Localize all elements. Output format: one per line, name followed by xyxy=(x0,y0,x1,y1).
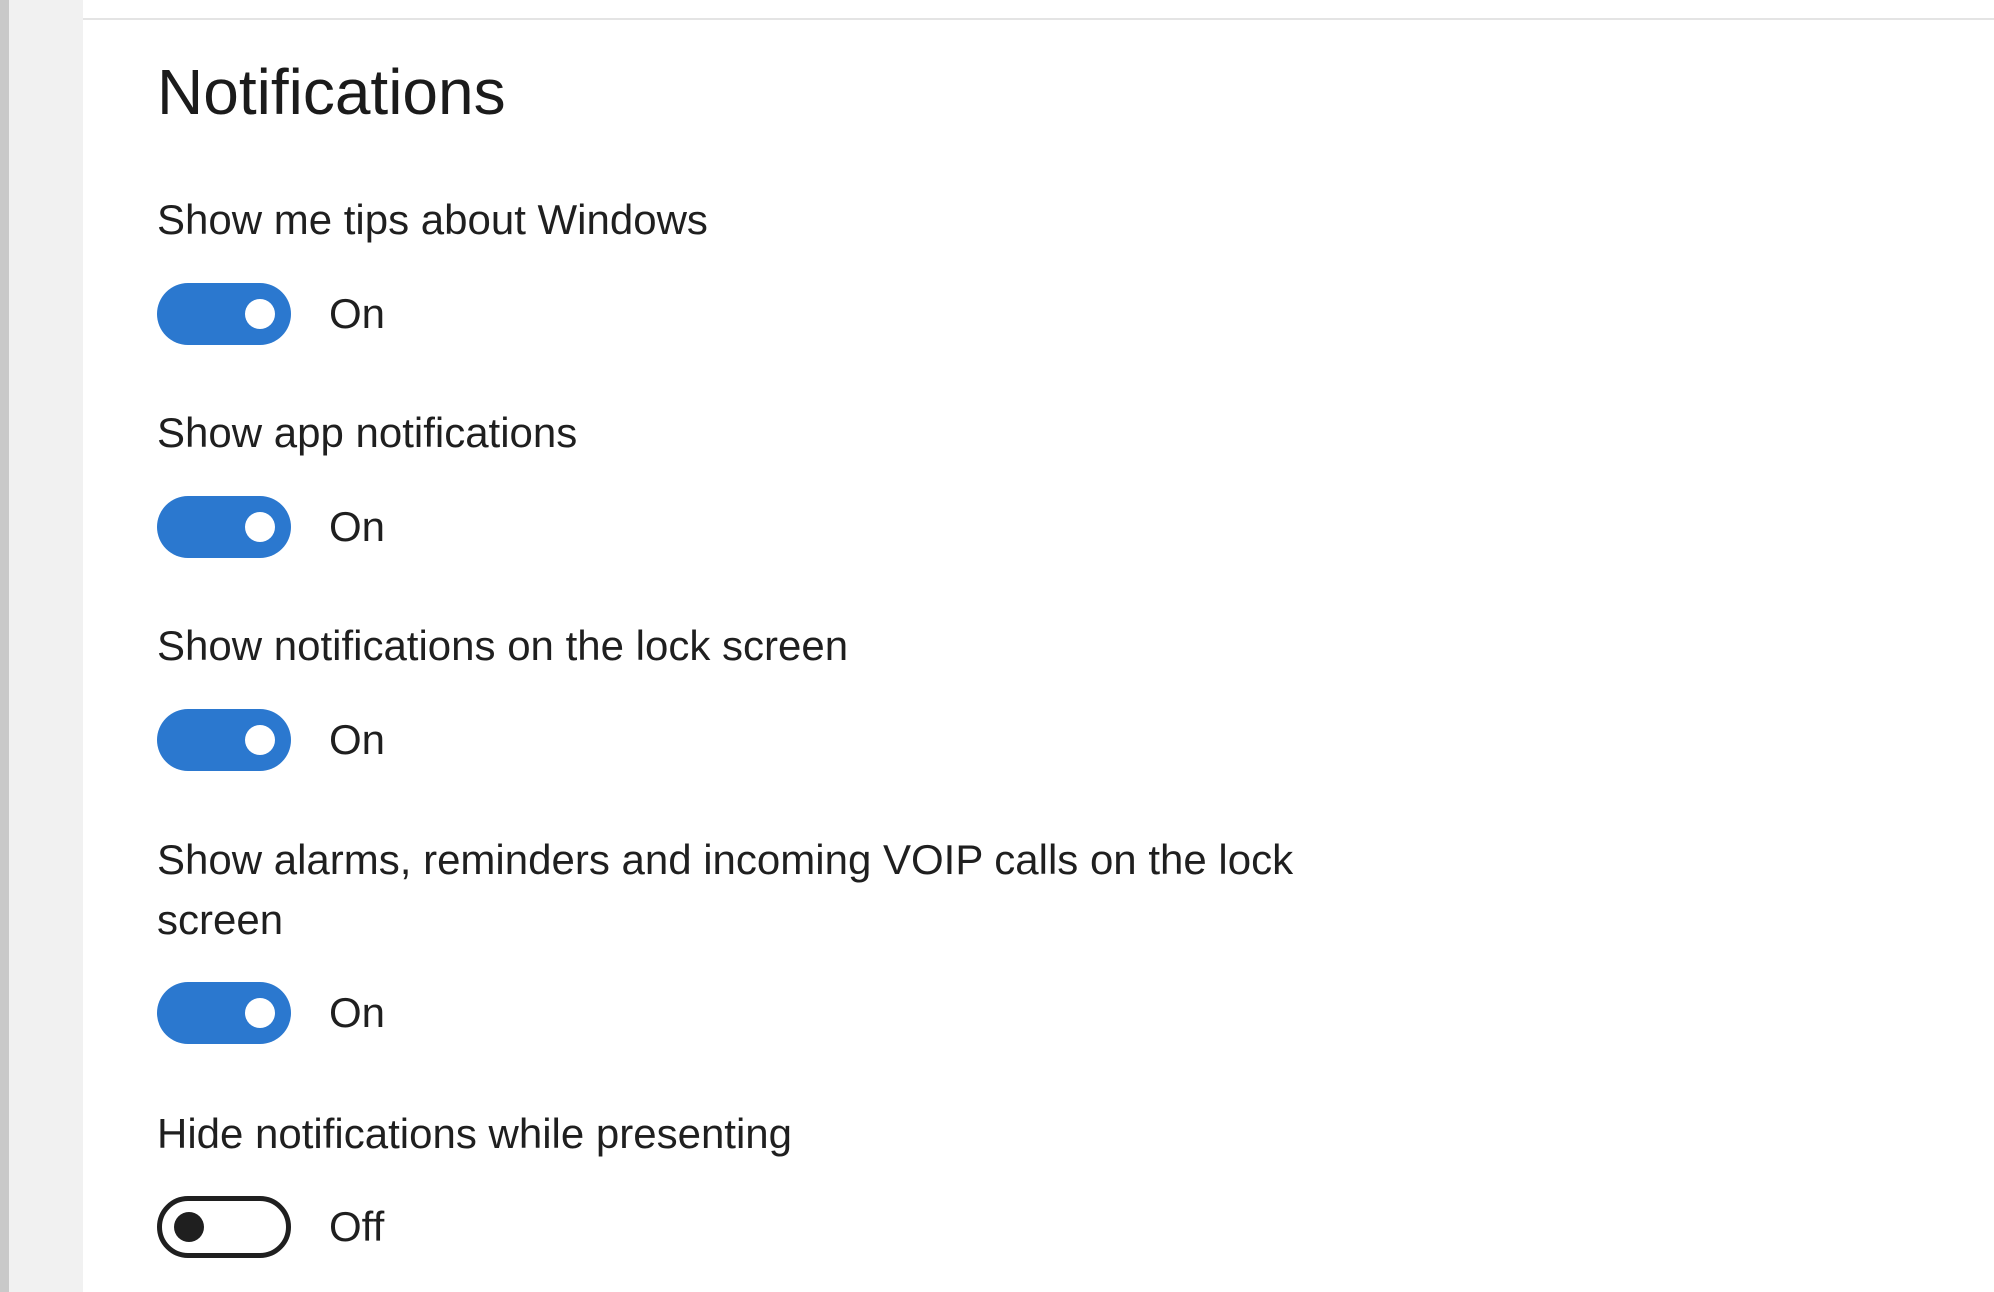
toggle-state-label: Off xyxy=(329,1203,385,1250)
navigation-sidebar xyxy=(9,0,83,1292)
app-notifications-toggle[interactable] xyxy=(157,496,291,558)
setting-lock-screen-notifications: Show notifications on the lock screen xyxy=(157,616,1457,676)
hide-while-presenting-toggle[interactable] xyxy=(157,1196,291,1258)
lock-screen-notifications-toggle[interactable] xyxy=(157,709,291,771)
toggle-knob xyxy=(245,299,275,329)
setting-label: Hide notifications while presenting xyxy=(157,1110,793,1157)
toggle-knob xyxy=(245,998,275,1028)
setting-label: Show notifications on the lock screen xyxy=(157,622,849,669)
toggle-state-label: On xyxy=(329,503,386,550)
toggle-knob xyxy=(174,1212,204,1242)
setting-tips-about-windows: Show me tips about Windows xyxy=(157,190,1457,250)
setting-label: Show alarms, reminders and incoming VOIP… xyxy=(157,836,1294,943)
setting-alarms-voip-lock-screen: Show alarms, reminders and incoming VOIP… xyxy=(157,830,1457,950)
toggle-knob xyxy=(245,725,275,755)
alarms-voip-lock-screen-toggle[interactable] xyxy=(157,982,291,1044)
page-title: Notifications xyxy=(157,56,506,128)
tips-about-windows-toggle[interactable] xyxy=(157,283,291,345)
setting-app-notifications: Show app notifications xyxy=(157,403,1457,463)
toggle-state-label: On xyxy=(329,290,386,337)
toggle-row-app-notifications: On xyxy=(157,496,385,558)
setting-label: Show me tips about Windows xyxy=(157,196,708,243)
header-divider xyxy=(83,0,1994,20)
toggle-knob xyxy=(245,512,275,542)
toggle-row-tips-about-windows: On xyxy=(157,283,385,345)
toggle-state-label: On xyxy=(329,989,386,1036)
setting-label: Show app notifications xyxy=(157,409,578,456)
toggle-row-lock-screen-notifications: On xyxy=(157,709,385,771)
toggle-state-label: On xyxy=(329,716,386,763)
window-left-border xyxy=(0,0,9,1292)
toggle-row-hide-while-presenting: Off xyxy=(157,1196,384,1258)
setting-hide-while-presenting: Hide notifications while presenting xyxy=(157,1104,1457,1164)
toggle-row-alarms-voip-lock-screen: On xyxy=(157,982,385,1044)
